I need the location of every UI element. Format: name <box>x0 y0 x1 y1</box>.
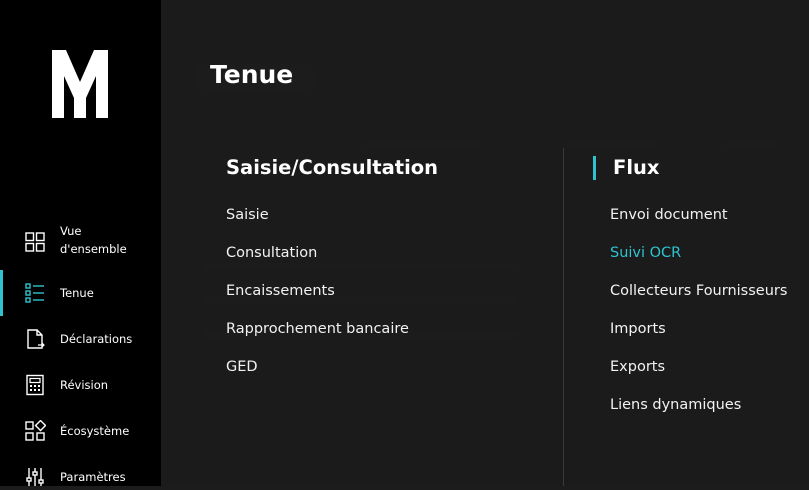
ecosystem-icon <box>25 420 46 441</box>
calculator-icon <box>26 374 44 396</box>
menu-link-exports[interactable]: Exports <box>610 357 665 377</box>
sidebar: Vue d'ensemble Tenue Déclarations Révisi… <box>0 0 161 486</box>
menu-link-ged[interactable]: GED <box>226 357 258 377</box>
menu-link-encaissements[interactable]: Encaissements <box>226 281 335 301</box>
brand-logo[interactable] <box>50 48 110 120</box>
menu-link-imports[interactable]: Imports <box>610 319 666 339</box>
active-indicator <box>0 270 3 316</box>
sidebar-item-label: Vue d'ensemble <box>60 224 127 256</box>
menu-link-saisie[interactable]: Saisie <box>226 205 269 225</box>
sidebar-item-label: Déclarations <box>60 332 133 346</box>
sidebar-item-declarations[interactable]: Déclarations <box>0 326 161 352</box>
section-divider <box>563 148 564 486</box>
menu-link-suivi-ocr[interactable]: Suivi OCR <box>610 243 681 263</box>
menu-link-rapprochement-bancaire[interactable]: Rapprochement bancaire <box>226 319 409 339</box>
sliders-icon <box>26 468 44 486</box>
sidebar-item-ecosysteme[interactable]: Écosystème <box>0 418 161 444</box>
menu-link-liens-dynamiques[interactable]: Liens dynamiques <box>610 395 741 415</box>
menu-link-envoi-document[interactable]: Envoi document <box>610 205 728 225</box>
list-icon <box>25 283 44 303</box>
section-heading-saisie-consultation: Saisie/Consultation <box>226 156 439 179</box>
sidebar-item-label: Paramètres <box>60 470 126 484</box>
menu-title: Tenue <box>210 60 294 89</box>
section-heading-flux: Flux <box>613 156 660 179</box>
section-accent-bar <box>593 156 596 180</box>
sidebar-item-tenue[interactable]: Tenue <box>0 270 161 316</box>
sidebar-item-label: Révision <box>60 378 109 392</box>
document-icon <box>27 329 45 349</box>
sidebar-item-label: Tenue <box>60 286 94 300</box>
menu-link-consultation[interactable]: Consultation <box>226 243 317 263</box>
grid-icon <box>25 232 45 252</box>
sidebar-item-revision[interactable]: Révision <box>0 372 161 398</box>
mega-menu: Tenue Saisie/Consultation Saisie Consult… <box>161 0 809 486</box>
sidebar-item-parametres[interactable]: Paramètres <box>0 464 161 490</box>
sidebar-item-label: Écosystème <box>60 424 130 438</box>
menu-link-collecteurs-fournisseurs[interactable]: Collecteurs Fournisseurs <box>610 281 787 301</box>
sidebar-item-vue-ensemble[interactable]: Vue d'ensemble <box>0 222 161 262</box>
